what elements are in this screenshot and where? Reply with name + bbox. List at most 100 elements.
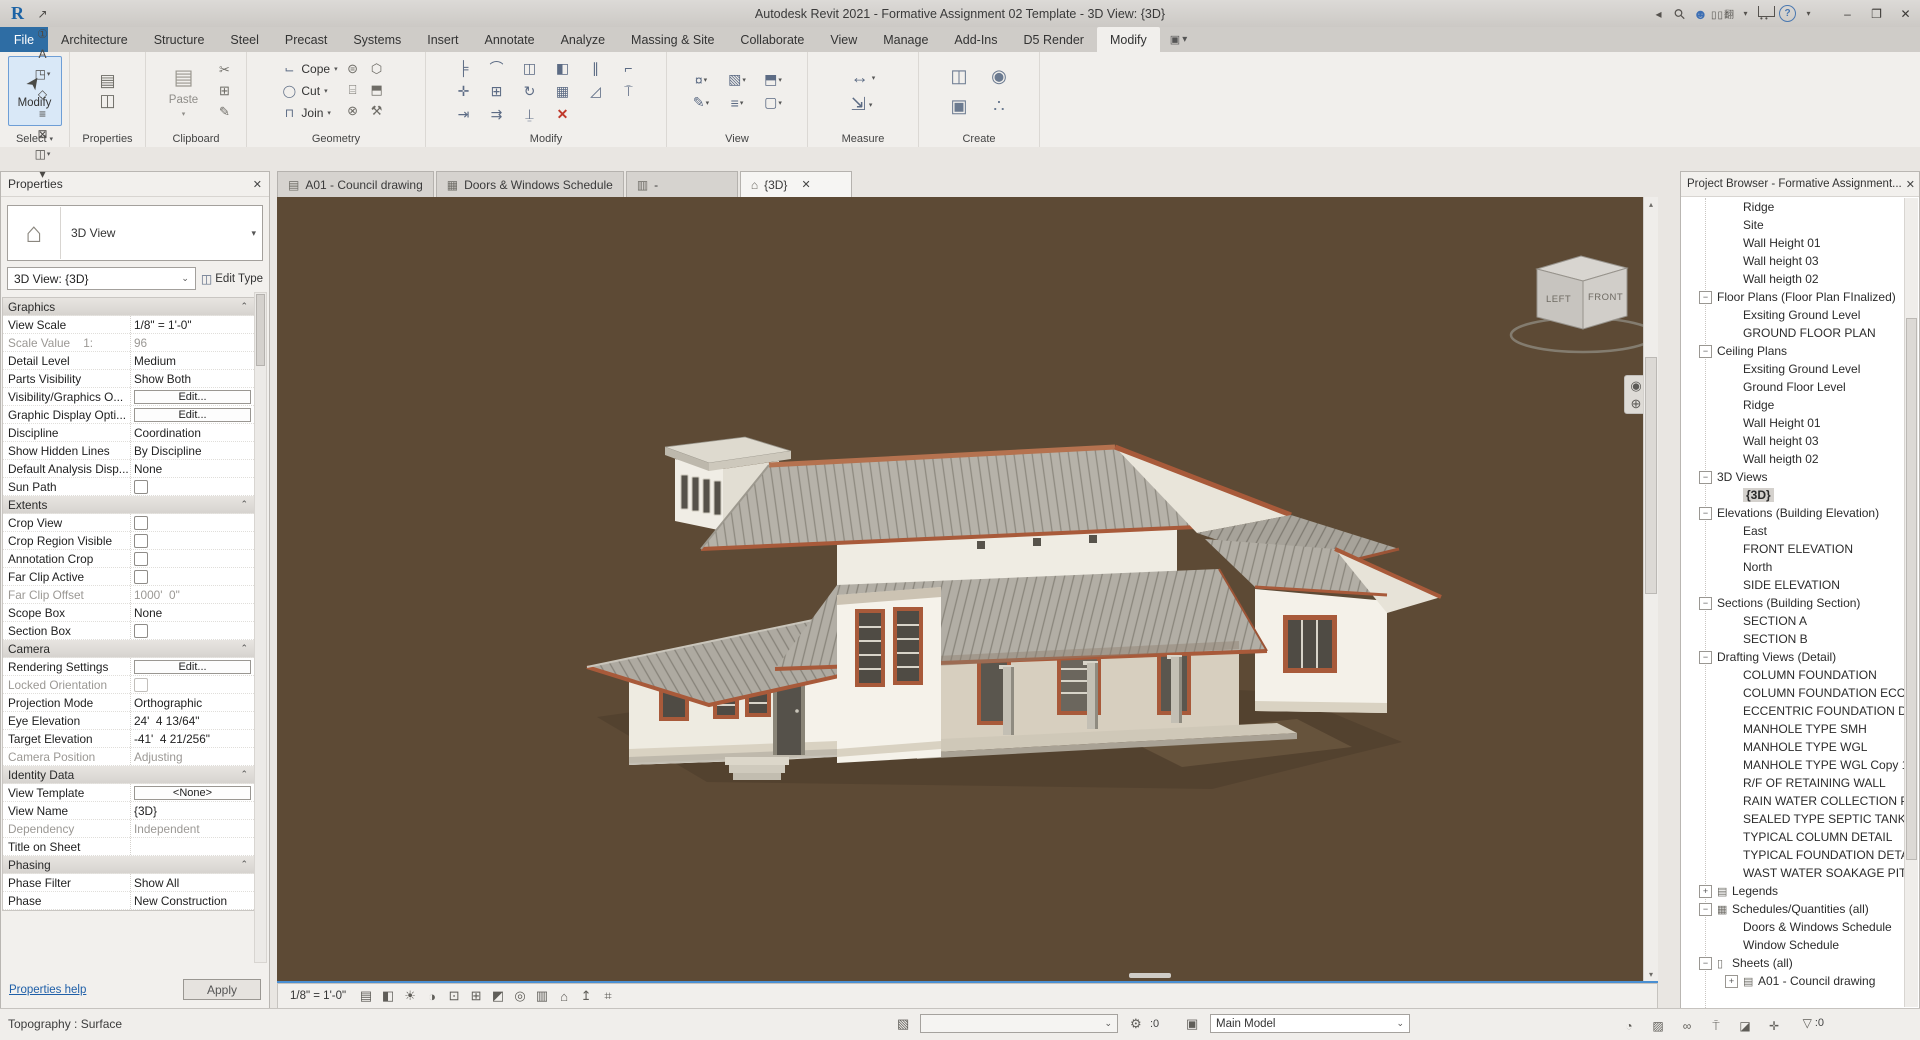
property-value[interactable]: None [134,606,162,620]
browser-tree-item[interactable]: MANHOLE TYPE WGL [1681,738,1905,756]
tab-insert[interactable]: Insert [414,27,471,52]
property-row[interactable]: View Name {3D} {3D} ⌃ [3,802,254,820]
browser-tree-item[interactable]: Doors & Windows Schedule [1681,918,1905,936]
tab-structure[interactable]: Structure [141,27,218,52]
property-row[interactable]: Annotation Crop ⌃ [3,550,254,568]
browser-tree-item[interactable]: TYPICAL COLUMN DETAIL [1681,828,1905,846]
property-row[interactable]: Extents ⌃ [3,496,254,514]
expand-toggle-icon[interactable] [1699,345,1712,358]
trim-extend-icon[interactable]: ⌐ [624,60,632,76]
properties-help-link[interactable]: Properties help [9,984,86,996]
property-row[interactable]: Rendering Settings Edit... Edit... ⌃ [3,658,254,676]
property-value[interactable]: Show Both [134,372,191,386]
show-crop-region-icon[interactable]: ⊞ [465,986,487,1006]
scrollbar-thumb[interactable] [1906,318,1917,860]
trim-multiple-icon[interactable]: ⇉ [491,106,503,123]
browser-tree-item[interactable]: ▯ Sheets (all) [1681,954,1905,972]
close-button[interactable]: ✕ [1891,0,1920,27]
pin-icon[interactable]: ⍑ [624,83,632,100]
browser-tree-item[interactable]: Sections (Building Section) [1681,594,1905,612]
browser-tree-item[interactable]: Wall height 03 [1681,432,1905,450]
customize-qat-icon[interactable]: ▾ [32,164,53,184]
canvas-horizontal-scroll-thumb[interactable] [1129,973,1171,978]
cut-profile-icon[interactable]: ⬒▾ [764,71,782,88]
tab-d5-render[interactable]: D5 Render [1011,27,1097,52]
paste-button[interactable]: ▤Paste▾ [158,57,210,125]
minimize-button[interactable]: – [1833,0,1862,27]
property-value[interactable]: Show All [134,876,179,890]
sun-path-icon[interactable]: ☀ [399,986,421,1006]
browser-tree-item[interactable]: SECTION A [1681,612,1905,630]
view-tab-3d[interactable]: ⌂ {3D} ✕ [740,171,852,197]
browser-tree-item[interactable]: FRONT ELEVATION [1681,540,1905,558]
type-selector-caret-icon[interactable]: ▾ [251,228,262,239]
editable-elements-icon[interactable]: ⚙ [1130,1016,1142,1032]
measure-between-references-icon[interactable]: ↔▾ [851,67,876,88]
browser-tree-item[interactable]: Ridge [1681,396,1905,414]
temporary-view-properties-icon[interactable]: ▥ [531,986,553,1006]
property-value[interactable]: Adjusting [134,750,183,764]
select-by-face-toggle-icon[interactable]: ◪ [1737,1016,1753,1036]
match-type-properties-icon[interactable]: ✎ [215,103,235,121]
browser-tree-item[interactable]: {3D} [1681,486,1905,504]
design-options-combobox[interactable]: Main Model⌄ [1210,1014,1410,1033]
shadows-icon[interactable]: ◑ [421,986,443,1006]
infocenter-dropdown-icon[interactable]: ▾ [1735,4,1756,24]
expand-toggle-icon[interactable] [1699,903,1712,916]
property-row[interactable]: Graphic Display Opti... Edit... Edit... … [3,406,254,424]
property-checkbox[interactable] [134,516,148,530]
canvas-vertical-scrollbar[interactable]: ▴▾ [1643,197,1658,981]
rotate-icon[interactable]: ↻ [524,83,536,100]
property-row[interactable]: Crop View ⌃ [3,514,254,532]
split-element-icon[interactable]: ∥ [592,60,599,77]
property-row[interactable]: Phasing ⌃ [3,856,254,874]
default-3d-view-icon[interactable]: ◳ [32,64,53,84]
property-checkbox[interactable] [134,624,148,638]
tab-precast[interactable]: Precast [272,27,340,52]
property-row[interactable]: Show Hidden Lines By Discipline By Disci… [3,442,254,460]
browser-tree-item[interactable]: Ground Floor Level [1681,378,1905,396]
browser-tree-item[interactable]: GROUND FLOOR PLAN [1681,324,1905,342]
ribbon-state-toggle[interactable]: ▣▾ [1160,27,1197,52]
property-row[interactable]: Dependency Independent Independent ⌃ [3,820,254,838]
thin-lines-icon[interactable]: ≡ [32,104,53,124]
property-row[interactable]: Crop Region Visible ⌃ [3,532,254,550]
property-value[interactable]: 1000' 0" [134,588,180,602]
property-value[interactable]: {3D} [134,804,157,818]
expand-toggle-icon[interactable] [1699,651,1712,664]
property-row[interactable]: Section Box ⌃ [3,622,254,640]
property-row[interactable]: Parts Visibility Show Both Show Both ⌃ [3,370,254,388]
expand-toggle-icon[interactable] [1699,507,1712,520]
property-row[interactable]: Scope Box None None ⌃ [3,604,254,622]
property-row[interactable]: Phase New Construction New Construction … [3,892,254,910]
property-value[interactable]: Coordination [134,426,201,440]
property-value[interactable]: Orthographic [134,696,202,710]
collapse-chevron-icon[interactable]: ⌃ [240,499,254,510]
browser-tree-item[interactable]: Exsiting Ground Level [1681,306,1905,324]
browser-tree-item[interactable]: ECCENTRIC FOUNDATION DETAIL [1681,702,1905,720]
type-properties-icon[interactable]: ▤ [98,72,118,90]
collapse-chevron-icon[interactable]: ⌃ [240,301,254,312]
tab-collaborate[interactable]: Collaborate [727,27,817,52]
align-icon[interactable]: ╞ [459,60,469,76]
array-icon[interactable]: ▦ [556,83,569,100]
property-row[interactable]: Phase Filter Show All Show All ⌃ [3,874,254,892]
property-row[interactable]: Identity Data ⌃ [3,766,254,784]
reveal-constraints-icon[interactable]: ⌗ [597,986,619,1006]
browser-tree-item[interactable]: Wall Height 01 [1681,414,1905,432]
wall-joins-icon[interactable]: ⌸ [343,81,363,99]
property-checkbox[interactable] [134,552,148,566]
mirror-draw-axis-icon[interactable]: ◧ [556,60,569,77]
property-row[interactable]: View Template <None> <None> ⌃ [3,784,254,802]
browser-tree-item[interactable]: Exsiting Ground Level [1681,360,1905,378]
browser-tree-item[interactable]: ▤ Legends [1681,882,1905,900]
create-group-icon[interactable]: ◉ [991,66,1007,87]
property-value[interactable]: None [134,462,162,476]
type-selector[interactable]: ⌂ 3D View ▾ [7,205,263,261]
delete-icon[interactable]: ✕ [557,106,569,123]
browser-tree-item[interactable]: MANHOLE TYPE WGL Copy 1 [1681,756,1905,774]
browser-scrollbar[interactable] [1904,198,1918,1007]
property-row[interactable]: Sun Path ⌃ [3,478,254,496]
property-row[interactable]: Discipline Coordination Coordination ⌃ [3,424,254,442]
tab-steel[interactable]: Steel [217,27,272,52]
